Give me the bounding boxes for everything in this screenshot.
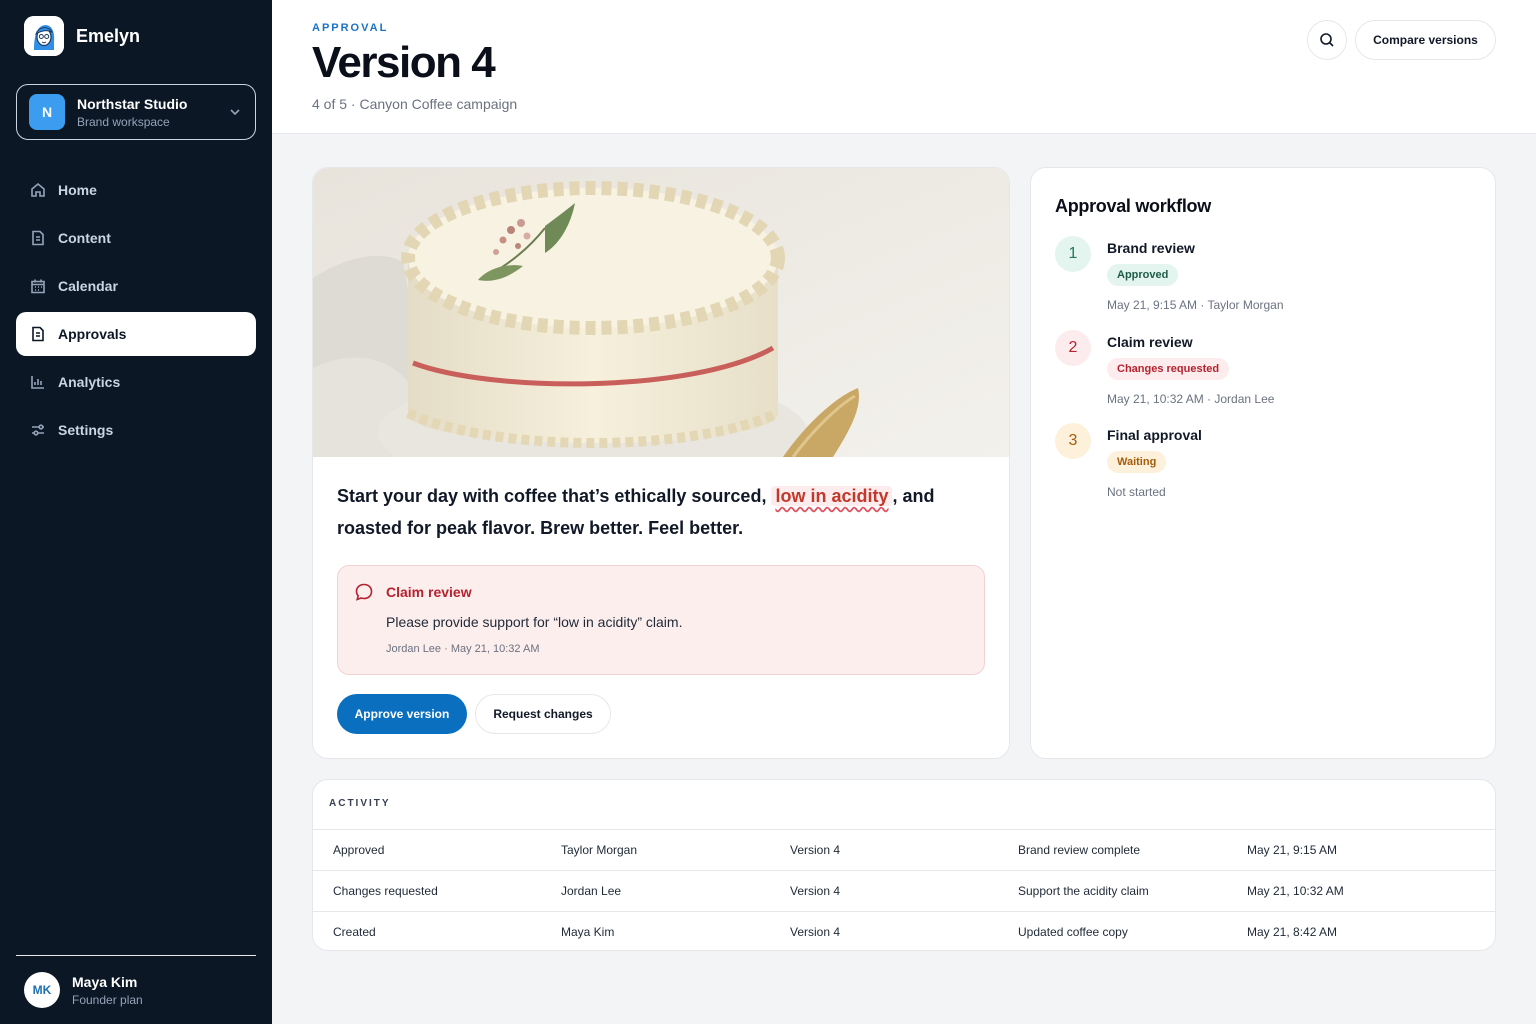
activity-time: May 21, 9:15 AM — [1247, 843, 1338, 857]
activity-action: Created — [333, 925, 376, 939]
page-eyebrow: APPROVAL — [312, 22, 389, 34]
sidebar-item-label: Calendar — [58, 278, 118, 294]
sidebar: Emelyn N Northstar Studio Brand workspac… — [0, 0, 272, 1024]
brand[interactable]: Emelyn — [24, 16, 140, 56]
calendar-icon — [31, 279, 45, 294]
sidebar-nav: Home Content Calendar Approvals Analytic… — [16, 168, 256, 456]
workspace-avatar: N — [29, 94, 65, 130]
sidebar-item-approvals[interactable]: Approvals — [16, 312, 256, 356]
sidebar-item-calendar[interactable]: Calendar — [16, 264, 256, 308]
activity-version: Version 4 — [790, 925, 841, 939]
workspace-type: Brand workspace — [77, 114, 170, 129]
sidebar-item-analytics[interactable]: Analytics — [16, 360, 256, 404]
claim-review-comment: Claim review Please provide support for … — [337, 565, 985, 675]
activity-note: Brand review complete — [1018, 843, 1141, 857]
table-row[interactable]: Approved Taylor Morgan Version 4 Brand r… — [313, 829, 1495, 870]
bar-chart-icon — [31, 376, 44, 389]
page-header: APPROVAL Version 4 4 of 5 · Canyon Coffe… — [272, 0, 1536, 134]
step-meta: May 21, 9:15 AM · Taylor Morgan — [1107, 298, 1284, 312]
sidebar-divider — [16, 955, 256, 956]
activity-time: May 21, 10:32 AM — [1247, 884, 1344, 898]
activity-user: Jordan Lee — [561, 884, 622, 898]
home-icon — [31, 182, 45, 197]
activity-time: May 21, 8:42 AM — [1247, 925, 1338, 939]
approve-version-button[interactable]: Approve version — [337, 694, 467, 734]
status-badge: Changes requested — [1107, 358, 1230, 380]
document-icon — [32, 326, 44, 342]
workflow-title: Approval workflow — [1055, 196, 1211, 216]
activity-note: Updated coffee copy — [1018, 925, 1128, 939]
table-row[interactable]: Created Maya Kim Version 4 Updated coffe… — [313, 911, 1495, 950]
step-name: Brand review — [1107, 240, 1195, 256]
search-button[interactable] — [1307, 20, 1347, 60]
workspace-name: Northstar Studio — [77, 95, 188, 112]
status-badge: Approved — [1107, 264, 1179, 286]
table-row[interactable]: Changes requested Jordan Lee Version 4 S… — [313, 870, 1495, 911]
step-meta: Not started — [1107, 485, 1166, 499]
avatar: MK — [24, 972, 60, 1008]
sidebar-item-label: Settings — [58, 422, 114, 438]
approval-workflow-card: Approval workflow 1 Brand review Approve… — [1030, 167, 1496, 759]
page-subtitle: 4 of 5 · Canyon Coffee campaign — [312, 96, 518, 112]
copy-text: Start your day with coffee that’s ethica… — [337, 486, 772, 506]
activity-user: Maya Kim — [561, 925, 615, 939]
comment-icon — [355, 583, 373, 601]
step-name: Final approval — [1107, 427, 1202, 443]
content-preview-card: Start your day with coffee that’s ethica… — [312, 167, 1010, 759]
activity-table: ACTIVITY Approved Taylor Morgan Version … — [312, 779, 1496, 951]
search-icon — [1320, 33, 1334, 47]
page-title: Version 4 — [312, 38, 496, 87]
brand-name: Emelyn — [76, 25, 141, 46]
user-name: Maya Kim — [72, 973, 138, 990]
step-number: 1 — [1055, 236, 1091, 272]
workspace-switcher[interactable]: N Northstar Studio Brand workspace — [16, 84, 256, 140]
flagged-claim[interactable]: low in acidity — [771, 486, 893, 506]
chevron-down-icon — [230, 109, 240, 116]
activity-note: Support the acidity claim — [1018, 884, 1149, 898]
sliders-icon — [32, 424, 44, 436]
sidebar-item-label: Home — [58, 182, 97, 198]
step-number: 3 — [1055, 423, 1091, 459]
brand-logo-icon — [24, 16, 64, 56]
status-badge: Waiting — [1107, 451, 1167, 473]
sidebar-item-home[interactable]: Home — [16, 168, 256, 212]
sidebar-item-label: Analytics — [58, 374, 121, 390]
request-changes-button[interactable]: Request changes — [475, 694, 611, 734]
user-plan: Founder plan — [72, 992, 143, 1007]
user-profile[interactable]: MK Maya Kim Founder plan — [24, 972, 143, 1008]
comment-body: Please provide support for “low in acidi… — [386, 614, 683, 630]
compare-versions-button[interactable]: Compare versions — [1355, 20, 1496, 60]
comment-title: Claim review — [386, 584, 472, 600]
step-number: 2 — [1055, 330, 1091, 366]
activity-user: Taylor Morgan — [561, 843, 638, 857]
activity-action: Approved — [333, 843, 385, 857]
sidebar-item-content[interactable]: Content — [16, 216, 256, 260]
sidebar-item-label: Content — [58, 230, 111, 246]
comment-meta: Jordan Lee · May 21, 10:32 AM — [386, 643, 540, 655]
content-copy: Start your day with coffee that’s ethica… — [337, 480, 977, 544]
step-name: Claim review — [1107, 334, 1193, 350]
step-meta: May 21, 10:32 AM · Jordan Lee — [1107, 392, 1275, 406]
activity-version: Version 4 — [790, 843, 841, 857]
activity-title: ACTIVITY — [329, 798, 391, 809]
sidebar-item-label: Approvals — [58, 326, 127, 342]
activity-version: Version 4 — [790, 884, 841, 898]
document-icon — [32, 230, 44, 246]
sidebar-item-settings[interactable]: Settings — [16, 408, 256, 452]
hero-image-cake — [313, 168, 1009, 457]
activity-action: Changes requested — [333, 884, 438, 898]
